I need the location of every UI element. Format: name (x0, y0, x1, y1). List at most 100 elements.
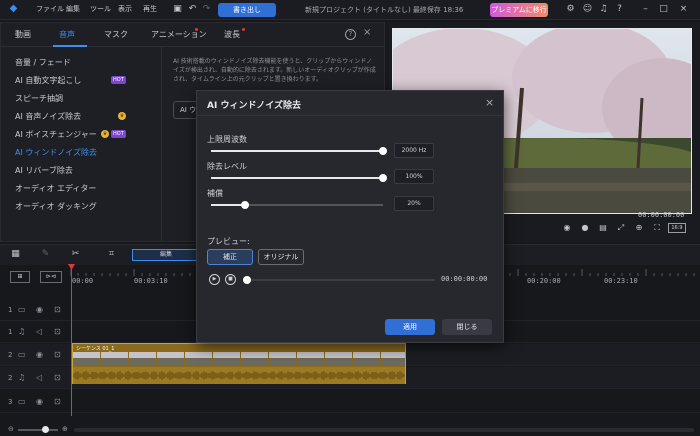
apply-button[interactable]: 適用 (385, 319, 435, 335)
crop-icon[interactable]: ⌗ (106, 249, 117, 260)
sidebar-item-wind-noise[interactable]: AI ウィンドノイズ除去 (15, 147, 97, 158)
minimize-icon[interactable]: – (640, 4, 651, 15)
track-row[interactable]: 3 ▭ ◉ ⊡ (0, 391, 700, 413)
stop-icon[interactable]: ■ (225, 274, 236, 285)
zoom-in-icon[interactable]: ⊕ (62, 425, 68, 433)
add-track-icon[interactable]: ⊞ (10, 271, 30, 283)
clip-thumbnails (73, 352, 405, 366)
slider-knob[interactable] (379, 147, 387, 155)
level-value[interactable]: 100% (394, 169, 434, 184)
after-toggle-button[interactable]: 補正 (207, 249, 253, 265)
zoom-slider-knob[interactable] (42, 426, 49, 433)
close-button[interactable]: 閉じる (442, 319, 492, 335)
comp-value[interactable]: 20% (394, 196, 434, 211)
save-icon[interactable]: ▣ (172, 4, 183, 15)
audio-waveform (73, 367, 405, 384)
help-icon[interactable]: ? (345, 29, 356, 40)
sidebar-item-voice-changer[interactable]: AI ボイスチェンジャー (15, 129, 97, 140)
tab-mask[interactable]: マスク (104, 29, 128, 40)
sidebar-item-audio-editor[interactable]: オーディオ エディター (15, 183, 96, 194)
settings-icon[interactable]: ⚙ (565, 4, 576, 15)
speaker-icon[interactable]: ◁ (36, 327, 42, 336)
video-clip[interactable]: シーケンス 01_1 (72, 343, 406, 384)
pen-icon[interactable]: ✎ (40, 249, 51, 260)
redo-icon[interactable]: ↷ (201, 4, 212, 15)
help-icon[interactable]: ? (614, 4, 625, 15)
snapshot-icon[interactable]: ◉ (562, 223, 572, 233)
seekbar-knob[interactable] (243, 276, 251, 284)
bell-icon[interactable]: ♫ (598, 4, 609, 15)
lock-icon[interactable]: ⊡ (54, 373, 61, 382)
dialog-title: AI ウィンドノイズ除去 (207, 101, 301, 111)
account-icon[interactable]: ☺ (582, 4, 593, 15)
timeline-scrollbar[interactable] (74, 428, 694, 432)
tab-animation[interactable]: アニメーション (151, 29, 207, 40)
monitor-icon[interactable]: ▤ (598, 223, 608, 233)
menu-edit[interactable]: 編集 (66, 4, 80, 14)
clip-label: シーケンス 01_1 (76, 346, 115, 352)
upper-freq-label: 上限周波数 (207, 135, 247, 144)
video-track-icon: ▭ (18, 397, 26, 406)
fit-icon[interactable]: ⤢ (616, 223, 626, 233)
lock-icon[interactable]: ⊡ (54, 327, 61, 336)
track-number: 2 (8, 374, 13, 382)
menu-view[interactable]: 表示 (118, 4, 132, 14)
preview-seekbar[interactable] (245, 279, 435, 281)
track-number: 1 (8, 306, 13, 314)
eye-icon[interactable]: ◉ (36, 350, 43, 359)
sidebar-item-ducking[interactable]: オーディオ ダッキング (15, 201, 97, 212)
slider-fill (211, 150, 383, 152)
premium-button[interactable]: プレミアムに移行 (490, 3, 548, 17)
slider-knob[interactable] (241, 201, 250, 209)
ruler-tick-label: 00:20:00 (527, 277, 561, 285)
slider-fill (211, 204, 246, 206)
record-icon[interactable]: ● (580, 223, 590, 233)
ruler-tick-label: 00:23:10 (604, 277, 638, 285)
sidebar-item-volume[interactable]: 音量 / フェード (15, 57, 71, 68)
close-icon[interactable]: × (485, 96, 494, 109)
crown-icon: ♛ (118, 112, 126, 120)
edit-mode-button[interactable]: 編集 (132, 249, 200, 261)
lock-icon[interactable]: ⊡ (54, 350, 61, 359)
zoom-out-icon[interactable]: ⊖ (8, 425, 14, 433)
fullscreen-icon[interactable]: ⛶ (652, 223, 662, 233)
tab-dot (195, 28, 198, 31)
audio-track-icon: ♫ (18, 373, 26, 382)
snap-icon[interactable]: ⊳⊲ (40, 271, 62, 283)
sidebar-item-noise[interactable]: AI 音声ノイズ除去 (15, 111, 81, 122)
sidebar-item-transcribe[interactable]: AI 自動文字起こし (15, 75, 81, 86)
upper-freq-value[interactable]: 2000 Hz (394, 143, 434, 158)
slider-knob[interactable] (379, 174, 387, 182)
lock-icon[interactable]: ⊡ (54, 305, 61, 314)
maximize-icon[interactable]: □ (658, 4, 669, 15)
zoom-icon[interactable]: ⊕ (634, 223, 644, 233)
eye-icon[interactable]: ◉ (36, 397, 43, 406)
wind-noise-dialog: AI ウィンドノイズ除去 × 上限周波数 2000 Hz 除去レベル 100% … (196, 90, 504, 343)
sidebar-item-reverb[interactable]: AI リバーブ除去 (15, 165, 73, 176)
crown-icon: ♛ (101, 130, 109, 138)
grid-icon[interactable]: ▦ (10, 249, 21, 260)
aspect-ratio-button[interactable]: 16:9 (668, 223, 686, 233)
undo-icon[interactable]: ↶ (187, 4, 198, 15)
tab-wave[interactable]: 波長 (224, 29, 240, 40)
close-window-icon[interactable]: × (678, 4, 689, 15)
menu-tools[interactable]: ツール (90, 4, 111, 14)
sidebar-item-speech[interactable]: スピーチ抽調 (15, 93, 63, 104)
tab-audio[interactable]: 音声 (59, 29, 75, 40)
export-button[interactable]: 書き出し (218, 3, 276, 17)
tab-video[interactable]: 動画 (15, 29, 31, 40)
scissors-icon[interactable]: ✂ (70, 249, 81, 260)
zoom-slider[interactable] (18, 429, 58, 431)
speaker-icon[interactable]: ◁ (36, 373, 42, 382)
close-panel-icon[interactable]: × (363, 27, 371, 38)
level-label: 除去レベル (207, 162, 247, 171)
play-icon[interactable]: ▶ (209, 274, 220, 285)
menu-file[interactable]: ファイル (36, 4, 64, 14)
menu-play[interactable]: 再生 (143, 4, 157, 14)
playhead[interactable] (71, 266, 72, 416)
eye-icon[interactable]: ◉ (36, 305, 43, 314)
original-toggle-button[interactable]: オリジナル (258, 249, 304, 265)
preview-label: プレビュー: (207, 237, 250, 246)
track-number: 2 (8, 351, 13, 359)
lock-icon[interactable]: ⊡ (54, 397, 61, 406)
